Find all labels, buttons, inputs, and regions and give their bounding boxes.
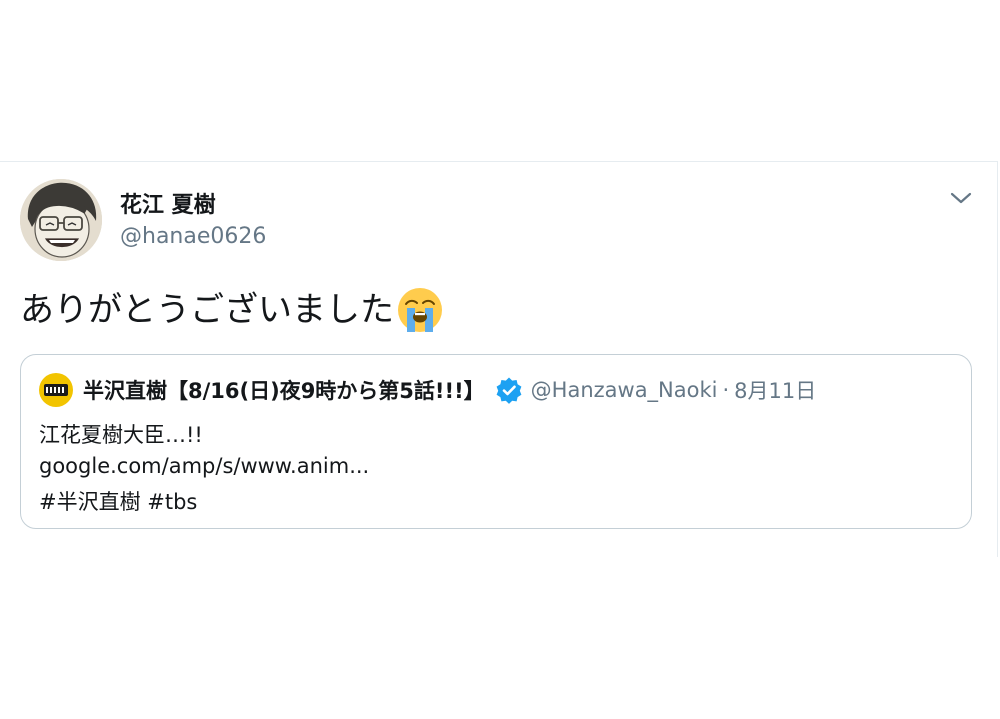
quoted-tweet-date[interactable]: 8月11日 [734,375,816,405]
verified-badge-icon [496,377,522,404]
separator-dot: · [722,378,730,402]
quoted-author-name[interactable]: 半沢直樹【8/16(日)夜9時から第5話!!!】 [83,375,485,405]
quoted-tweet[interactable]: 半沢直樹【8/16(日)夜9時から第5話!!!】 @Hanzawa_Naoki … [20,354,972,529]
author-handle[interactable]: @hanae0626 [120,224,266,249]
chevron-down-icon[interactable] [948,188,974,208]
loudly-crying-face-emoji-icon [398,288,442,332]
avatar[interactable] [20,179,102,261]
tweet-text-container: ありがとうございました [20,286,444,334]
tweet-card[interactable]: 花江 夏樹 @hanae0626 ありがとうございました 半沢直樹【8/16(日… [0,161,998,557]
quoted-tweet-text-line: 江花夏樹大臣…!! [39,423,203,447]
author-name[interactable]: 花江 夏樹 [120,187,216,219]
quoted-tweet-hashtags[interactable]: #半沢直樹 #tbs [39,486,197,516]
tweet-text: ありがとうございました [20,290,394,330]
quoted-tweet-header: 半沢直樹【8/16(日)夜9時から第5話!!!】 @Hanzawa_Naoki … [39,373,816,407]
quoted-author-handle[interactable]: @Hanzawa_Naoki [531,378,718,402]
avatar-illustration [20,179,102,261]
quoted-tweet-link[interactable]: google.com/amp/s/www.anim... [39,454,369,478]
hanzawa-logo-icon[interactable] [39,373,73,407]
